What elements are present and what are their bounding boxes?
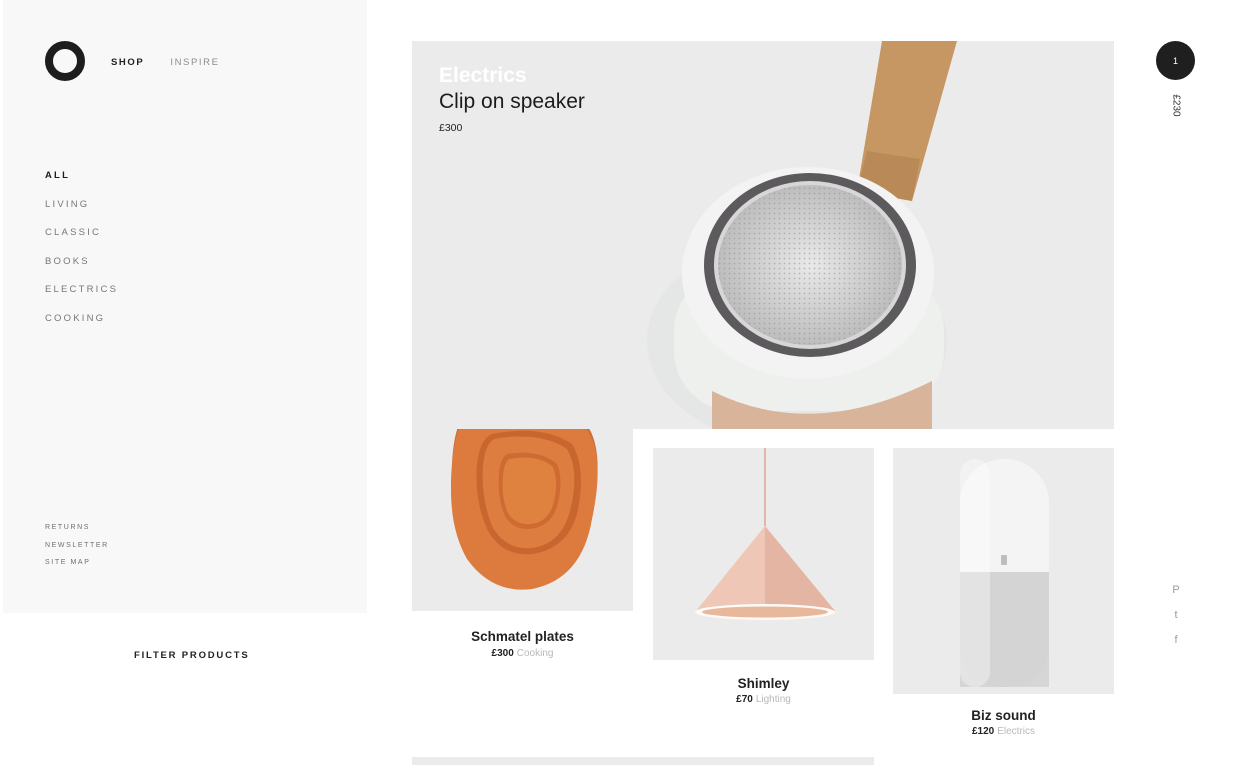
product-category: Cooking bbox=[516, 648, 554, 659]
cart-total[interactable]: £230 bbox=[1171, 92, 1182, 120]
product-price: £300 bbox=[491, 648, 514, 659]
category-books[interactable]: BOOKS bbox=[45, 256, 118, 285]
category-cooking[interactable]: COOKING bbox=[45, 313, 118, 342]
hero-title[interactable]: Clip on speaker bbox=[439, 90, 585, 114]
filter-products-button[interactable]: FILTER PRODUCTS bbox=[134, 650, 250, 661]
hero-price: £300 bbox=[439, 122, 463, 134]
product-card-image[interactable] bbox=[893, 448, 1114, 694]
nav-shop[interactable]: SHOP bbox=[111, 57, 144, 68]
brand-logo[interactable] bbox=[45, 41, 85, 81]
product-name[interactable]: Shimley bbox=[653, 676, 874, 691]
pinterest-icon[interactable]: P bbox=[1166, 583, 1186, 608]
product-meta: £120 Electrics bbox=[893, 726, 1114, 737]
product-card-image[interactable] bbox=[412, 429, 633, 611]
lamp-image bbox=[695, 448, 835, 620]
footer-link-returns[interactable]: RETURNS bbox=[45, 524, 109, 542]
social-links: P t f bbox=[1166, 583, 1186, 658]
product-category: Electrics bbox=[997, 726, 1036, 737]
product-name[interactable]: Biz sound bbox=[893, 708, 1114, 723]
footer-link-newsletter[interactable]: NEWSLETTER bbox=[45, 542, 109, 560]
footer-link-site-map[interactable]: SITE MAP bbox=[45, 559, 109, 577]
product-card-image[interactable] bbox=[653, 448, 874, 660]
product-name[interactable]: Schmatel plates bbox=[412, 629, 633, 644]
hero-product[interactable]: Electrics Clip on speaker £300 bbox=[412, 41, 1114, 429]
product-price: £120 bbox=[971, 726, 995, 737]
capsule-speaker-image bbox=[960, 459, 1049, 687]
facebook-icon[interactable]: f bbox=[1166, 633, 1186, 658]
product-meta: £70 Lighting bbox=[653, 694, 874, 705]
plates-image bbox=[451, 429, 598, 590]
category-classic[interactable]: CLASSIC bbox=[45, 227, 118, 256]
category-living[interactable]: LIVING bbox=[45, 199, 118, 228]
category-electrics[interactable]: ELECTRICS bbox=[45, 284, 118, 313]
hero-category: Electrics bbox=[439, 64, 527, 87]
twitter-icon[interactable]: t bbox=[1166, 608, 1186, 633]
product-meta: £300 Cooking bbox=[412, 648, 633, 659]
sidebar: SHOP INSPIRE ALL LIVING CLASSIC BOOKS EL… bbox=[3, 0, 367, 613]
top-nav: SHOP INSPIRE bbox=[111, 57, 220, 68]
category-all[interactable]: ALL bbox=[45, 170, 118, 199]
product-price: £70 bbox=[736, 694, 753, 705]
cart-count-badge[interactable]: 1 bbox=[1156, 41, 1195, 80]
next-product-card-edge[interactable] bbox=[412, 757, 874, 765]
product-category: Lighting bbox=[755, 694, 791, 705]
nav-inspire[interactable]: INSPIRE bbox=[170, 57, 219, 68]
footer-links: RETURNS NEWSLETTER SITE MAP bbox=[45, 524, 109, 577]
category-list: ALL LIVING CLASSIC BOOKS ELECTRICS COOKI… bbox=[45, 170, 118, 342]
